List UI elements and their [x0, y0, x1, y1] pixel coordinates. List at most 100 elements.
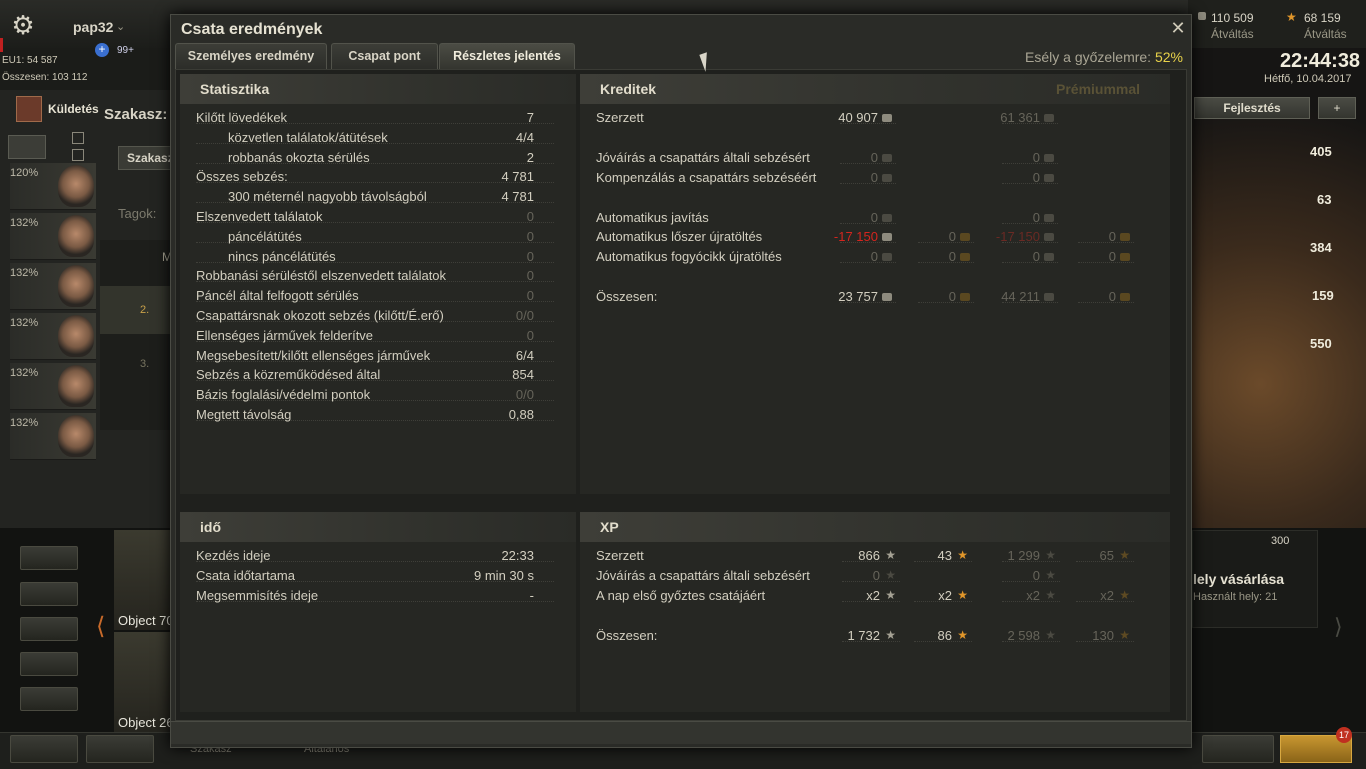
add-friend-icon[interactable]: +: [95, 43, 109, 57]
clock: 22:44:38: [1280, 50, 1361, 72]
time-title: idő: [180, 512, 576, 542]
tank-card[interactable]: Object 26: [114, 632, 174, 732]
crew-skill: 132%: [10, 317, 39, 329]
filter-rental-icon[interactable]: [20, 652, 78, 676]
stat-value: 2: [526, 149, 534, 165]
xp-label: A nap első győztes csatájáért: [596, 588, 766, 603]
checkbox-a[interactable]: [72, 132, 84, 144]
stat-row: páncélátütés 0: [180, 227, 560, 247]
settings-gear-icon[interactable]: ⚙: [6, 8, 40, 42]
xp-star-icon: ★: [885, 548, 896, 562]
xp-star-icon: ★: [1286, 10, 1297, 24]
credits-exchange[interactable]: Átváltás: [1211, 27, 1254, 41]
carousel-left-arrow-icon[interactable]: ⟨: [96, 612, 105, 641]
statistics-title: Statisztika: [180, 74, 576, 104]
row-divider: [1002, 182, 1058, 184]
row-divider: [918, 242, 974, 244]
credit-row: Kompenzálás a csapattárs sebzéséért 0 0: [580, 168, 1150, 188]
missions-icon[interactable]: [16, 96, 42, 122]
credit-row: [580, 267, 1150, 287]
stat-value: 0: [526, 248, 534, 264]
missions-label[interactable]: Küldetés: [48, 102, 99, 116]
credits-section: Kreditek Prémiummal Szerzett 40 907 61 361…: [580, 74, 1170, 494]
row-divider: [1002, 162, 1058, 164]
credit-label: Kompenzálás a csapattárs sebzéséért: [596, 169, 817, 185]
credits-icon: [882, 233, 892, 242]
gold-icon: [1120, 293, 1130, 302]
crew-member[interactable]: 120%: [10, 163, 96, 210]
tank-card[interactable]: Object 70: [114, 530, 174, 630]
credit-label: Automatikus fogyócikk újratöltés: [596, 249, 782, 265]
contacts-icon[interactable]: [10, 735, 78, 763]
crew-member[interactable]: 132%: [10, 313, 96, 360]
credit-value: 23 757: [838, 289, 878, 305]
crew-portrait: [58, 415, 94, 457]
credit-label: Jóváírás a csapattárs általi sebzésért: [596, 149, 810, 165]
battle-results-window: Csata eredmények ✕ Személyes eredmény Cs…: [170, 14, 1192, 748]
credits-icon: [882, 293, 892, 302]
stat-row: Csapattársnak okozott sebzés (kilőtt/É.e…: [180, 306, 560, 326]
report-content: Statisztika Kilőtt lövedékek 7 közvetlen t…: [175, 69, 1187, 721]
tab-detailed-report[interactable]: Részletes jelentés: [439, 43, 575, 69]
username[interactable]: pap32: [73, 19, 113, 35]
tab-personal[interactable]: Személyes eredmény: [175, 43, 327, 69]
free-xp-star-icon: ★: [1119, 548, 1130, 562]
buy-slot-card[interactable]: 300 lely vásárlása Használt hely: 21: [1192, 530, 1318, 628]
filter-x2-icon[interactable]: [20, 582, 78, 606]
xp-value: 1 299: [1007, 548, 1040, 563]
xp-title: XP: [580, 512, 1170, 542]
crew-member[interactable]: 132%: [10, 263, 96, 310]
slots-used: Használt hely: 21: [1193, 591, 1278, 603]
filter-tank-icon[interactable]: [20, 546, 78, 570]
credit-value: 61 361: [1000, 110, 1040, 125]
crew-member[interactable]: 132%: [10, 213, 96, 260]
stat-value: 4 781: [501, 169, 534, 185]
xp-value: 0: [1032, 568, 1040, 583]
gold-icon: [960, 233, 970, 242]
stat-value: 0/0: [515, 387, 534, 403]
checkbox-l[interactable]: [72, 149, 84, 161]
xp-star-icon: ★: [1045, 568, 1056, 582]
credit-row: Összesen: 23 757 0 44 211 0: [580, 287, 1150, 307]
credits-icon: [1044, 213, 1054, 222]
xp-section: XP Szerzett 866 ★ 43 ★ 1 299 ★ 65 ★ Jóváírás a cs…: [580, 512, 1170, 712]
member-row-selected[interactable]: [100, 286, 175, 334]
credits-icon: [882, 173, 892, 182]
stat-label: Robbanási sérüléstől elszenvedett talála…: [196, 268, 447, 284]
add-tank-icon[interactable]: +: [1318, 97, 1356, 119]
member-slot-3[interactable]: 3.: [140, 358, 149, 370]
tab-team[interactable]: Csapat pont: [331, 43, 438, 69]
xp-row: A nap első győztes csatájáért x2 ★ x2 ★ x2 ★ x2…: [580, 586, 1150, 606]
session-stats-icon[interactable]: [1202, 735, 1274, 763]
window-title: Csata eredmények: [181, 21, 323, 38]
filter-event-icon[interactable]: [20, 687, 78, 711]
row-divider: [840, 162, 896, 164]
crew-member[interactable]: 132%: [10, 413, 96, 460]
credit-value: 0: [1108, 289, 1116, 305]
filter-premium-icon[interactable]: [20, 617, 78, 641]
free-xp-exchange[interactable]: Átváltás: [1304, 27, 1347, 41]
tank-stat: 384: [1310, 240, 1332, 255]
crew-skill: 132%: [10, 267, 39, 279]
credit-value: 0: [870, 149, 878, 165]
crew-member[interactable]: 132%: [10, 363, 96, 410]
chat-icon[interactable]: [86, 735, 154, 763]
xp-row: Szerzett 866 ★ 43 ★ 1 299 ★ 65 ★: [580, 546, 1150, 566]
member-slot-2[interactable]: 2.: [140, 304, 149, 316]
carousel-right-arrow-icon[interactable]: ⟩: [1334, 614, 1343, 640]
crew-portrait: [58, 265, 94, 307]
credits-icon: [1044, 253, 1054, 262]
crew-group-icon[interactable]: [8, 135, 46, 159]
crew-portrait: [58, 215, 94, 257]
server-online: EU1: 54 587: [2, 55, 58, 66]
upgrade-button[interactable]: Fejlesztés: [1194, 97, 1310, 119]
stat-value: 0: [526, 327, 534, 343]
xp-value: 43: [937, 548, 952, 563]
xp-value: x2: [1026, 588, 1040, 603]
credits-icon: [882, 153, 892, 162]
close-icon[interactable]: ✕: [1169, 19, 1187, 37]
credits-icon: [1198, 12, 1206, 20]
user-dropdown-chevron-icon[interactable]: ⌄: [116, 20, 125, 33]
xp-star-icon: ★: [885, 628, 896, 642]
time-row: Kezdés ideje 22:33: [180, 546, 560, 566]
